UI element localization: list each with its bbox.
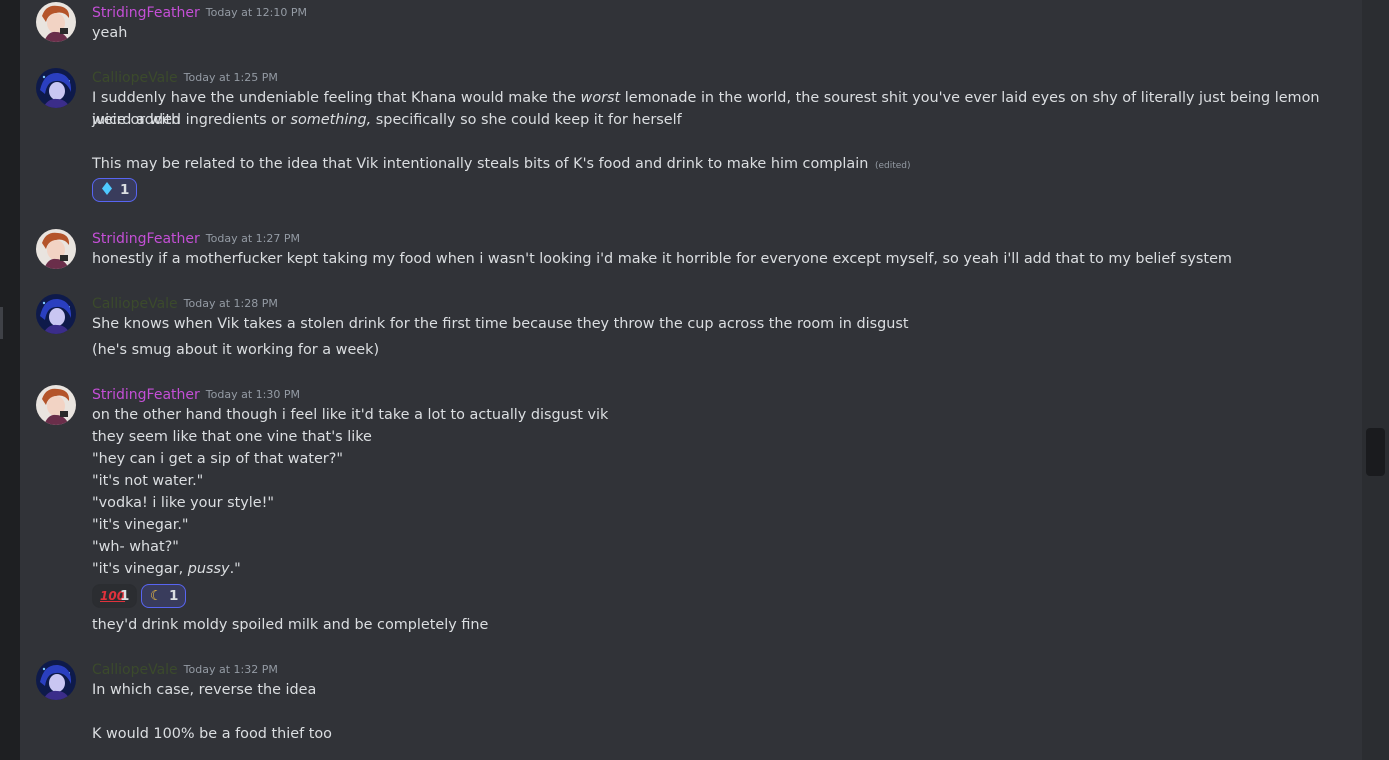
message-text: on the other hand though i feel like it'… bbox=[92, 407, 609, 423]
timestamp: Today at 12:10 PM bbox=[205, 6, 307, 19]
message-text: "it's vinegar." bbox=[92, 517, 189, 533]
reaction-button[interactable]: 100 1 bbox=[92, 584, 138, 608]
message-text: honestly if a motherfucker kept taking m… bbox=[92, 251, 1232, 267]
username[interactable]: StridingFeather bbox=[92, 231, 200, 247]
reaction-count: 1 bbox=[120, 588, 130, 604]
reaction-button[interactable]: 1 bbox=[92, 178, 138, 202]
message-text: In which case, reverse the idea bbox=[92, 682, 317, 698]
timestamp: Today at 1:25 PM bbox=[183, 71, 278, 84]
message-text: This may be related to the idea that Vik… bbox=[92, 156, 911, 172]
channel-edge-indicator bbox=[0, 307, 3, 339]
avatar[interactable] bbox=[36, 294, 76, 334]
message-text: weird added ingredients or something, sp… bbox=[92, 112, 682, 128]
username[interactable]: StridingFeather bbox=[92, 387, 200, 403]
avatar[interactable] bbox=[36, 660, 76, 700]
avatar[interactable] bbox=[36, 385, 76, 425]
username[interactable]: CalliopeVale bbox=[92, 296, 178, 312]
reaction-button[interactable]: ☾ 1 bbox=[141, 584, 187, 608]
reaction-count: 1 bbox=[169, 588, 179, 604]
message-text: She knows when Vik takes a stolen drink … bbox=[92, 316, 909, 332]
username[interactable]: StridingFeather bbox=[92, 5, 200, 21]
scrollbar-track[interactable] bbox=[1362, 0, 1389, 760]
hundred-points-icon: 100 bbox=[100, 589, 126, 603]
avatar[interactable] bbox=[36, 68, 76, 108]
reaction-count: 1 bbox=[120, 182, 130, 198]
message-text: "vodka! i like your style!" bbox=[92, 495, 274, 511]
timestamp: Today at 1:28 PM bbox=[183, 297, 278, 310]
chat-messages: StridingFeather Today at 12:10 PM yeah Ca… bbox=[20, 0, 1362, 760]
scrollbar-thumb[interactable] bbox=[1366, 428, 1385, 476]
message-text: yeah bbox=[92, 25, 128, 41]
message-text: "it's vinegar, pussy." bbox=[92, 561, 241, 577]
timestamp: Today at 1:30 PM bbox=[205, 388, 300, 401]
message-text: "hey can i get a sip of that water?" bbox=[92, 451, 343, 467]
avatar[interactable] bbox=[36, 229, 76, 269]
message-text: they'd drink moldy spoiled milk and be c… bbox=[92, 617, 489, 633]
message-text: "wh- what?" bbox=[92, 539, 179, 555]
username[interactable]: CalliopeVale bbox=[92, 662, 178, 678]
avatar[interactable] bbox=[36, 2, 76, 42]
message-text: "it's not water." bbox=[92, 473, 204, 489]
crescent-moon-icon: ☾ bbox=[149, 588, 163, 604]
edited-label: (edited) bbox=[874, 161, 911, 171]
timestamp: Today at 1:32 PM bbox=[183, 663, 278, 676]
username[interactable]: CalliopeVale bbox=[92, 70, 178, 86]
message-text: (he's smug about it working for a week) bbox=[92, 342, 380, 358]
message-text: they seem like that one vine that's like bbox=[92, 429, 372, 445]
message-text: K would 100% be a food thief too bbox=[92, 726, 332, 742]
diamond-emoji-icon bbox=[100, 181, 114, 199]
timestamp: Today at 1:27 PM bbox=[205, 232, 300, 245]
